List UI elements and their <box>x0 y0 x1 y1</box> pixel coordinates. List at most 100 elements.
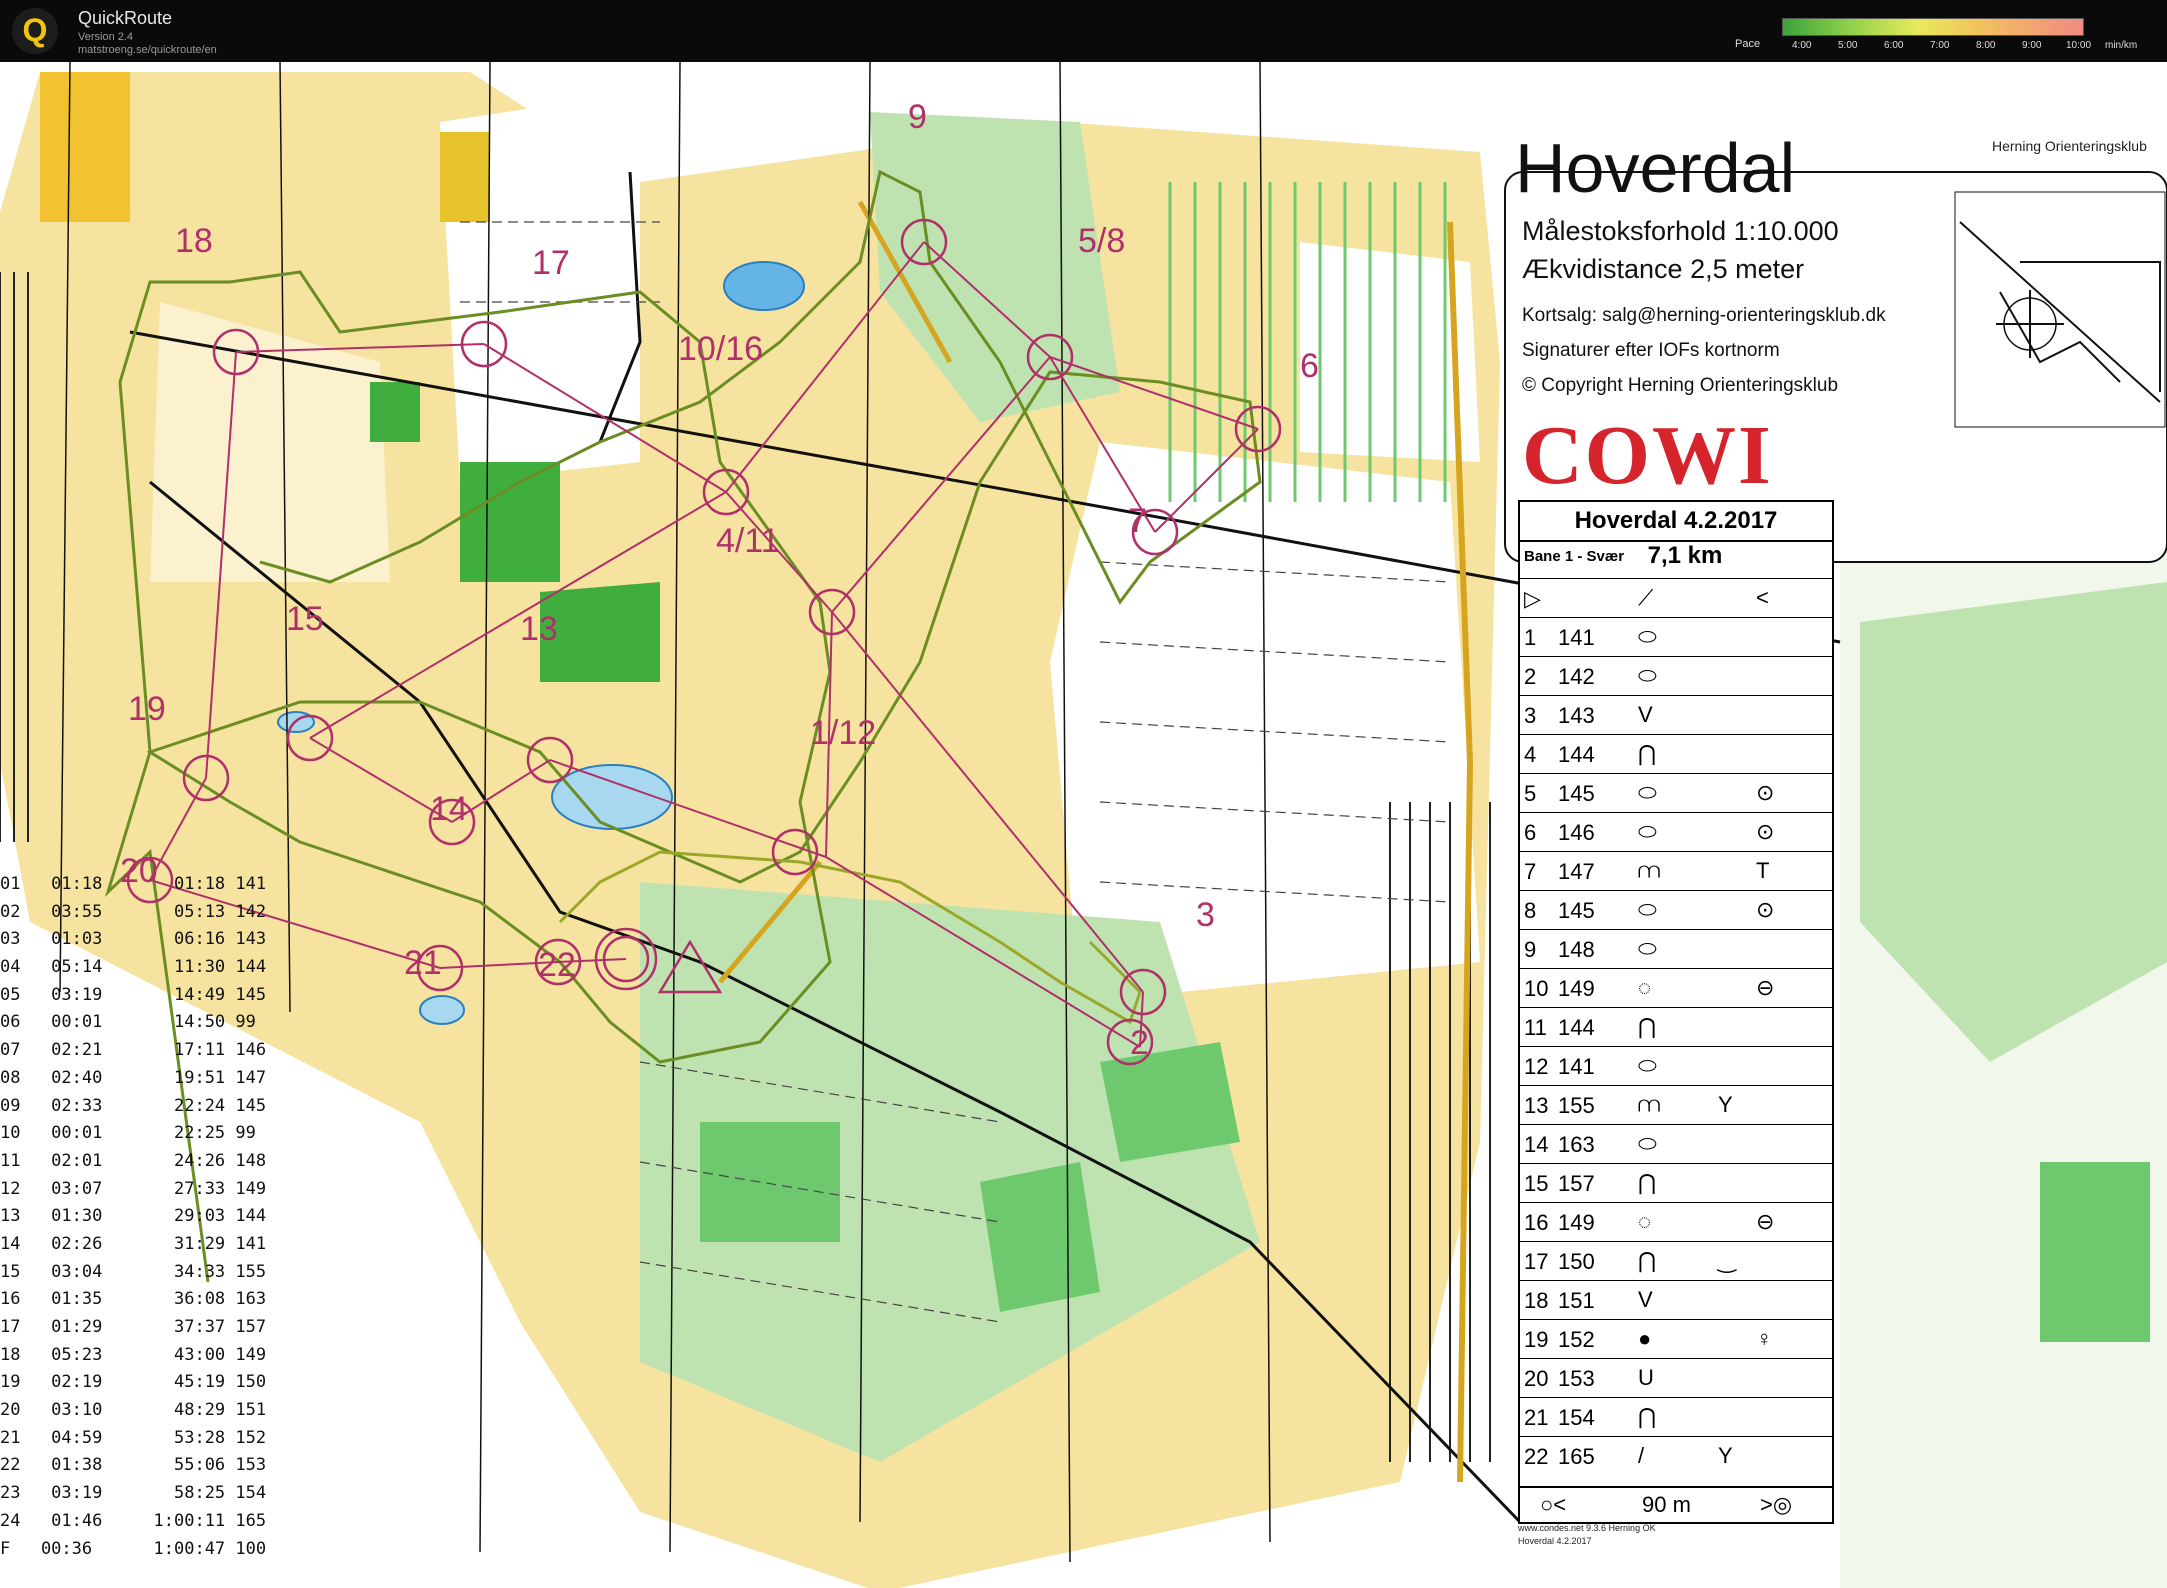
map-title: Hoverdal <box>1515 129 1796 207</box>
detail-symbol: Y <box>1718 1443 1733 1468</box>
control-row: 9 148 ⬭ <box>1520 929 1832 969</box>
control-row: 13 155 ⩋ Y <box>1520 1085 1832 1125</box>
club-name: Herning Orienteringsklub <box>1992 138 2147 154</box>
map-symbol-norm: Signaturer efter IOFs kortnorm <box>1522 340 1780 361</box>
split-row: 02 03:55 05:13 142 <box>0 901 267 922</box>
control-row: 12 141 ⬭ <box>1520 1046 1832 1086</box>
app-toolbar: Q QuickRoute Version 2.4 matstroeng.se/q… <box>0 0 2167 62</box>
split-row: 24 01:46 1:00:11 165 <box>0 1510 267 1531</box>
control-code: 153 <box>1558 1366 1595 1391</box>
pace-label: Pace <box>1735 38 1761 50</box>
sponsor-logo: COWI <box>1522 409 1773 502</box>
control-code: 144 <box>1558 1015 1595 1040</box>
control-label: 17 <box>532 244 570 282</box>
control-label: 9 <box>908 98 927 136</box>
control-number: 5 <box>1524 781 1537 806</box>
split-row: 03 01:03 06:16 143 <box>0 929 267 950</box>
dense-vegetation <box>980 1162 1100 1312</box>
pace-tick: 8:00 <box>1976 40 1996 51</box>
control-label: 4/11 <box>716 522 780 560</box>
control-label: 21 <box>404 944 442 982</box>
control-code: 165 <box>1558 1444 1595 1469</box>
finish-distance: 90 m <box>1642 1492 1691 1517</box>
control-code: 143 <box>1558 703 1595 728</box>
control-number: 19 <box>1524 1327 1549 1352</box>
split-row: 04 05:14 11:30 144 <box>0 957 267 978</box>
split-row: 11 02:01 24:26 148 <box>0 1150 267 1171</box>
app-url[interactable]: matstroeng.se/quickroute/en <box>78 44 217 56</box>
control-row: 1 141 ⬭ <box>1520 617 1832 657</box>
pace-tick: 6:00 <box>1884 40 1904 51</box>
map-canvas[interactable] <box>0 62 2167 1588</box>
feature-symbol: ◌ <box>1638 1209 1652 1234</box>
control-row: 18 151 V <box>1520 1280 1832 1320</box>
map-copyright: © Copyright Herning Orienteringsklub <box>1522 375 1839 396</box>
position-symbol: ⊖ <box>1756 975 1775 1000</box>
condes-date: Hoverdal 4.2.2017 <box>1518 1536 1592 1546</box>
control-row: 22 165 / Y <box>1520 1436 1832 1476</box>
control-number: 1 <box>1524 625 1537 650</box>
control-label: 5/8 <box>1078 222 1126 260</box>
split-row: 06 00:01 14:50 99 <box>0 1012 256 1033</box>
lake <box>723 261 805 311</box>
split-row: 07 02:21 17:11 146 <box>0 1040 267 1061</box>
feature-symbol: ⬭ <box>1638 1053 1657 1078</box>
control-label: 3 <box>1196 896 1215 934</box>
control-code: 149 <box>1558 976 1595 1001</box>
control-code: 157 <box>1558 1171 1595 1196</box>
feature-symbol: ⋂ <box>1638 1248 1657 1273</box>
control-number: 4 <box>1524 742 1537 767</box>
control-code: 142 <box>1558 664 1595 689</box>
start-row: ▷ ⟋ < <box>1520 578 1832 618</box>
app-version: Version 2.4 <box>78 31 134 43</box>
dense-vegetation <box>1100 1042 1240 1162</box>
control-code: 149 <box>1558 1210 1595 1235</box>
dense-vegetation <box>540 582 660 682</box>
feature-symbol: U <box>1638 1365 1654 1390</box>
building-area <box>440 132 490 222</box>
road-icon: ⟋ <box>1638 585 1654 610</box>
app-name: QuickRoute <box>78 8 173 28</box>
split-row: 22 01:38 55:06 153 <box>0 1455 267 1476</box>
control-code: 145 <box>1558 898 1595 923</box>
detail-symbol: Y <box>1718 1092 1733 1117</box>
feature-symbol: ⩋ <box>1638 858 1661 883</box>
orienteering-map[interactable]: 9 18 17 5/8 10/16 6 4/11 7 13 15 19 1/12… <box>0 62 2167 1588</box>
position-symbol: ⊙ <box>1756 780 1775 805</box>
split-row: 13 01:30 29:03 144 <box>0 1206 267 1227</box>
control-code: 145 <box>1558 781 1595 806</box>
split-row: 14 02:26 31:29 141 <box>0 1233 267 1254</box>
dense-vegetation <box>700 1122 840 1242</box>
control-row: 5 145 ⬭ ⊙ <box>1520 773 1832 813</box>
feature-symbol: ⬭ <box>1638 780 1657 805</box>
feature-symbol: ⬭ <box>1638 819 1657 844</box>
control-number: 6 <box>1524 820 1537 845</box>
control-row: 17 150 ⋂ ‿ <box>1520 1241 1832 1281</box>
control-number: 11 <box>1524 1015 1547 1040</box>
control-code: 151 <box>1558 1288 1595 1313</box>
pace-tick: 9:00 <box>2022 40 2042 51</box>
feature-symbol: ⬭ <box>1638 897 1657 922</box>
control-label: 2 <box>1130 1024 1149 1062</box>
control-code: 154 <box>1558 1405 1595 1430</box>
pace-color-scale <box>1782 18 2084 36</box>
position-symbol: ♀ <box>1756 1326 1773 1351</box>
control-code: 163 <box>1558 1132 1595 1157</box>
position-symbol: T <box>1756 858 1770 883</box>
position-symbol: ⊙ <box>1756 897 1775 922</box>
split-row: 01 01:18 01:18 141 <box>0 874 267 894</box>
control-label: 18 <box>175 222 213 260</box>
map-equidistance: Ækvidistance 2,5 meter <box>1522 254 1805 284</box>
control-number: 2 <box>1524 664 1537 689</box>
feature-symbol: ● <box>1638 1326 1652 1351</box>
finish-icon: >◎ <box>1760 1492 1793 1517</box>
pace-tick: 10:00 <box>2066 40 2092 51</box>
control-number: 22 <box>1524 1444 1549 1469</box>
control-number: 12 <box>1524 1054 1549 1079</box>
condes-credit: www.condes.net 9.3.6 Herning OK <box>1518 1523 1656 1533</box>
control-row: 4 144 ⋂ <box>1520 734 1832 774</box>
control-number: 10 <box>1524 976 1549 1001</box>
quickroute-logo-icon: Q <box>12 8 58 54</box>
control-row: 2 142 ⬭ <box>1520 656 1832 696</box>
feature-symbol: / <box>1638 1443 1645 1468</box>
